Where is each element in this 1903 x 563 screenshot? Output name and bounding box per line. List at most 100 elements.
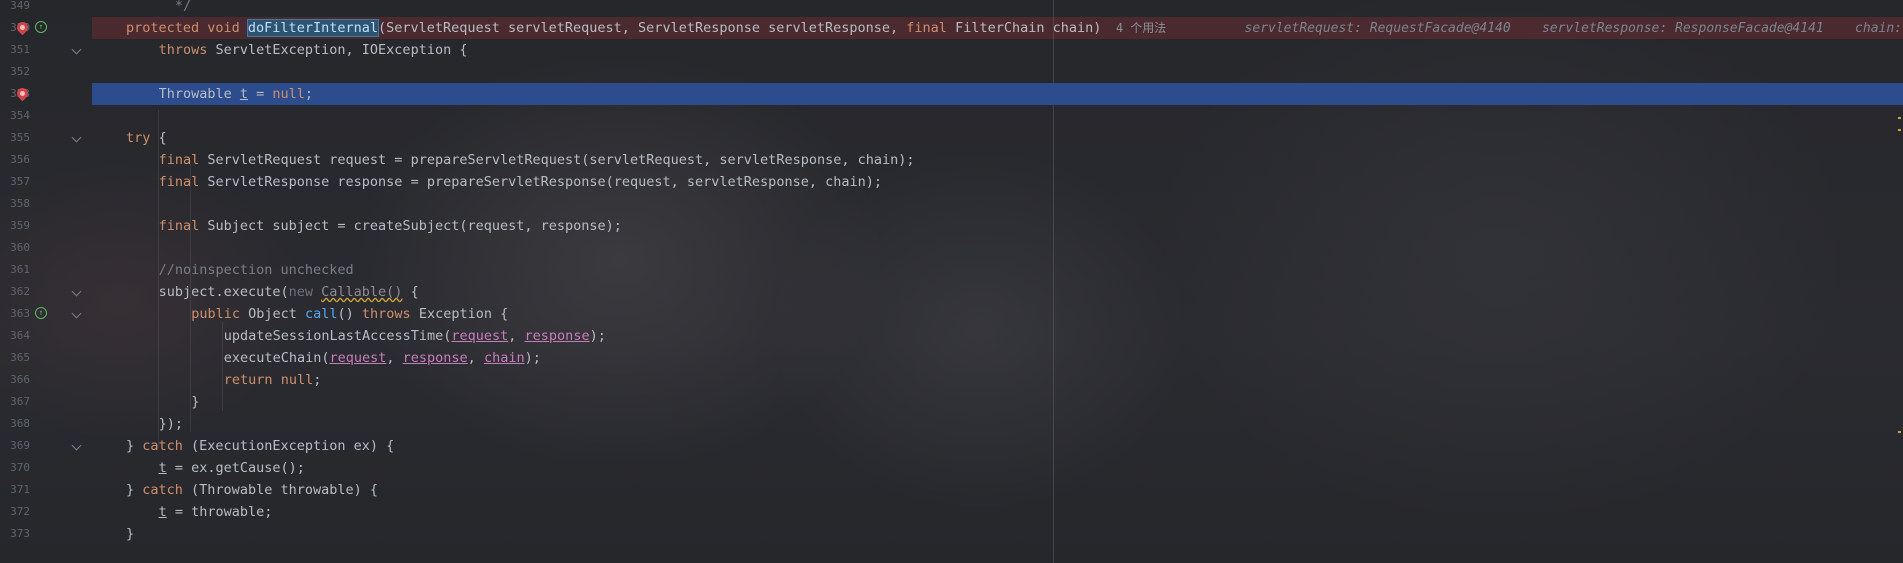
line-number[interactable]: 358	[0, 193, 30, 215]
line-number[interactable]: 363	[0, 303, 30, 325]
code-line[interactable]: 350↑protected void doFilterInternal(Serv…	[0, 17, 1903, 39]
code-line[interactable]: 363 ↑ public Object call() throws Exceptio…	[0, 303, 1903, 325]
code-line[interactable]: 370 t = ex.getCause();	[0, 457, 1903, 479]
code-token: response	[402, 350, 468, 366]
code-token: //noinspection unchecked	[158, 262, 354, 278]
line-number[interactable]: 349	[0, 0, 30, 17]
line-number[interactable]: 364	[0, 325, 30, 347]
code-token: ,	[508, 328, 525, 344]
code-token: throws	[158, 42, 216, 58]
line-number[interactable]: 370	[0, 457, 30, 479]
override-method-icon[interactable]: ↑	[35, 21, 47, 33]
code-text[interactable]: final Subject subject = createSubject(re…	[159, 215, 622, 237]
code-text[interactable]: });	[159, 413, 183, 435]
line-number[interactable]: 362	[0, 281, 30, 303]
code-line[interactable]: 359 final Subject subject = createSubject…	[0, 215, 1903, 237]
code-line[interactable]: 361 //noinspection unchecked	[0, 259, 1903, 281]
fold-chevron-icon[interactable]	[71, 44, 82, 55]
override-method-icon[interactable]: ↑	[35, 307, 47, 319]
code-text[interactable]: updateSessionLastAccessTime(request, res…	[224, 325, 606, 347]
code-line[interactable]: 351 throws ServletException, IOException …	[0, 39, 1903, 61]
code-line[interactable]: 365 executeChain(request, response, chain…	[0, 347, 1903, 369]
code-line[interactable]: 358	[0, 193, 1903, 215]
code-token: request	[329, 350, 387, 366]
line-number[interactable]: 366	[0, 369, 30, 391]
code-text[interactable]: protected void doFilterInternal(ServletR…	[126, 17, 1903, 40]
code-token: new	[288, 284, 322, 300]
code-line[interactable]: 360	[0, 237, 1903, 259]
code-line[interactable]: 366 return null;	[0, 369, 1903, 391]
line-number[interactable]: 356	[0, 149, 30, 171]
code-line[interactable]: 354	[0, 105, 1903, 127]
code-text[interactable]: throws ServletException, IOException {	[159, 39, 468, 61]
line-number[interactable]: 373	[0, 523, 30, 545]
fold-chevron-icon[interactable]	[71, 308, 82, 319]
fold-chevron-icon[interactable]	[71, 132, 82, 143]
line-number[interactable]: 371	[0, 479, 30, 501]
code-text[interactable]: final ServletResponse response = prepare…	[159, 171, 882, 193]
current-execution-line-highlight	[92, 83, 1903, 105]
code-line[interactable]: 368});	[0, 413, 1903, 435]
code-line[interactable]: 349 */	[0, 0, 1903, 17]
code-text[interactable]: */	[175, 0, 191, 17]
code-line[interactable]: 364 updateSessionLastAccessTime(request, …	[0, 325, 1903, 347]
scrollbar-warning-marker[interactable]	[1898, 117, 1901, 119]
debugger-inline-value: servletRequest: RequestFacade@4140	[1166, 21, 1511, 36]
line-number[interactable]: 365	[0, 347, 30, 369]
code-token: (ServletRequest servletRequest, ServletR…	[377, 20, 907, 36]
code-line[interactable]: 355 try {	[0, 127, 1903, 149]
code-token: ;	[313, 372, 322, 388]
code-text[interactable]: try {	[126, 127, 167, 149]
code-token: ;	[304, 86, 314, 102]
code-line[interactable]: 372 t = throwable;	[0, 501, 1903, 523]
line-number[interactable]: 355	[0, 127, 30, 149]
code-token: = ex.getCause();	[166, 460, 305, 476]
code-text[interactable]: executeChain(request, response, chain);	[224, 347, 541, 369]
code-text[interactable]: } catch (Throwable throwable) {	[126, 479, 378, 501]
code-token: t	[158, 460, 167, 476]
code-text[interactable]: t = throwable;	[159, 501, 273, 523]
scrollbar-warning-marker[interactable]	[1898, 431, 1901, 433]
line-number[interactable]: 360	[0, 237, 30, 259]
indent-guide	[222, 322, 223, 411]
line-number[interactable]: 357	[0, 171, 30, 193]
line-number[interactable]: 372	[0, 501, 30, 523]
code-text[interactable]: subject.execute(new Callable() {	[159, 281, 419, 303]
code-token: Throwable	[158, 86, 240, 102]
code-text[interactable]: return null;	[224, 369, 322, 391]
code-token: }	[126, 482, 143, 498]
code-token: });	[158, 416, 183, 432]
usages-hint[interactable]: 4 个用法	[1101, 21, 1166, 35]
line-number[interactable]: 352	[0, 61, 30, 83]
code-line[interactable]: 356 final ServletRequest request = prepar…	[0, 149, 1903, 171]
fold-chevron-icon[interactable]	[71, 286, 82, 297]
code-text[interactable]: public Object call() throws Exception {	[191, 303, 508, 325]
code-line[interactable]: 353Throwable t = null;	[0, 83, 1903, 105]
code-text[interactable]: //noinspection unchecked	[159, 259, 354, 281]
code-line[interactable]: 362 subject.execute(new Callable() {	[0, 281, 1903, 303]
code-text[interactable]: t = ex.getCause();	[159, 457, 305, 479]
line-number[interactable]: 367	[0, 391, 30, 413]
line-number[interactable]: 369	[0, 435, 30, 457]
code-line[interactable]: 352	[0, 61, 1903, 83]
fold-chevron-icon[interactable]	[71, 440, 82, 451]
code-token: }	[191, 394, 200, 410]
code-text[interactable]: } catch (ExecutionException ex) {	[126, 435, 394, 457]
code-token: Exception {	[418, 306, 509, 322]
line-number[interactable]: 368	[0, 413, 30, 435]
code-text[interactable]: final ServletRequest request = prepareSe…	[159, 149, 915, 171]
code-token: ()	[337, 306, 362, 322]
line-number[interactable]: 354	[0, 105, 30, 127]
code-line[interactable]: 371 } catch (Throwable throwable) {	[0, 479, 1903, 501]
line-number[interactable]: 359	[0, 215, 30, 237]
line-number[interactable]: 351	[0, 39, 30, 61]
line-number[interactable]: 361	[0, 259, 30, 281]
code-text[interactable]: Throwable t = null;	[159, 83, 313, 105]
code-text[interactable]: }	[191, 391, 199, 413]
scrollbar-warning-marker[interactable]	[1898, 129, 1901, 131]
code-line[interactable]: 357 final ServletResponse response = prep…	[0, 171, 1903, 193]
code-line[interactable]: 367}	[0, 391, 1903, 413]
code-line[interactable]: 369 } catch (ExecutionException ex) {	[0, 435, 1903, 457]
code-text[interactable]: }	[126, 523, 134, 545]
code-line[interactable]: 373}	[0, 523, 1903, 545]
